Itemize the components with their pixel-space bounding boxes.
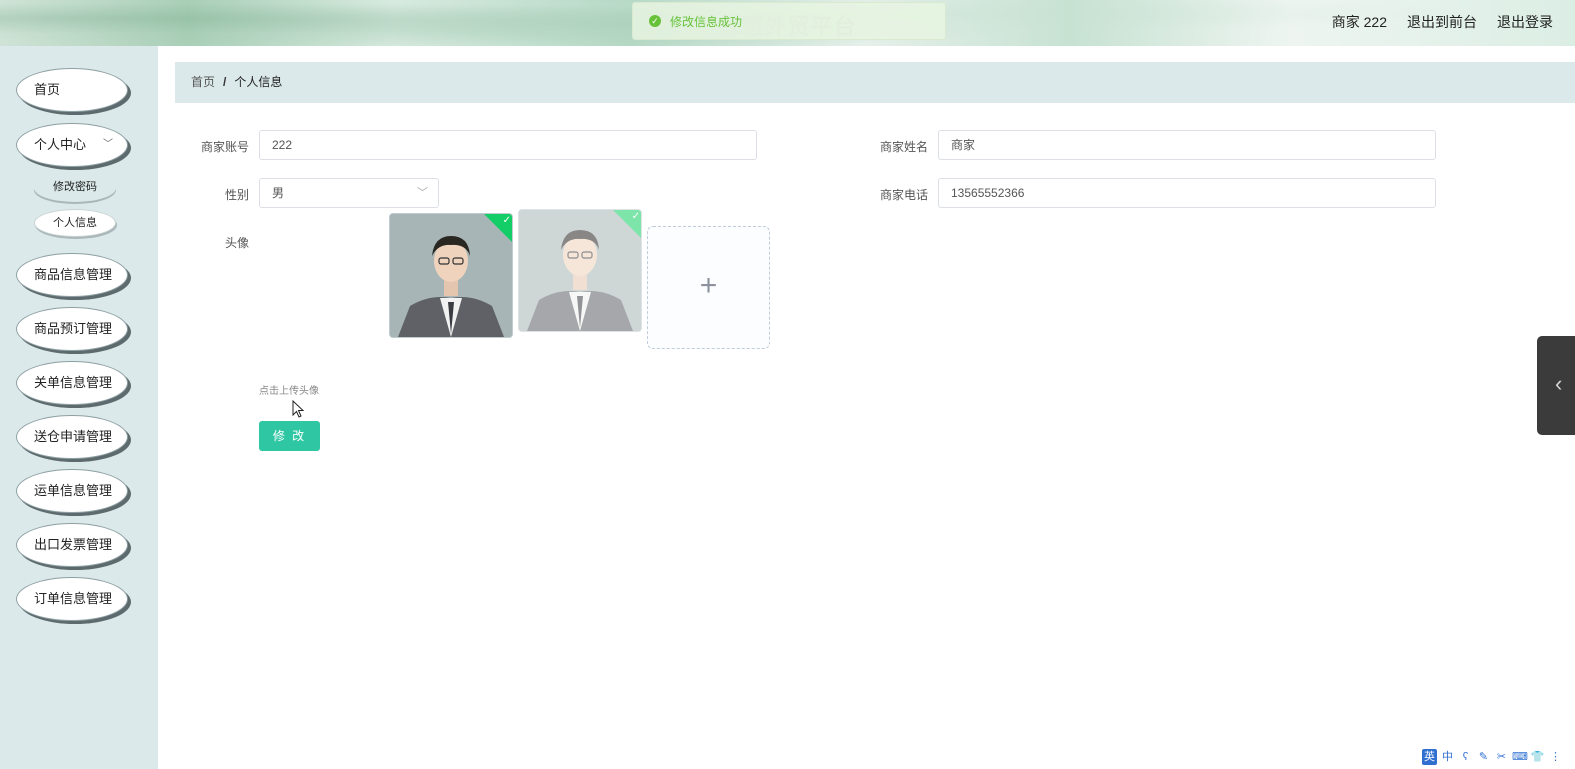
breadcrumb-home[interactable]: 首页	[191, 75, 215, 89]
breadcrumb: 首页 / 个人信息	[175, 62, 1575, 103]
ime-key[interactable]: ✂	[1494, 749, 1509, 765]
person-portrait-icon	[519, 210, 641, 331]
breadcrumb-current: 个人信息	[234, 75, 283, 89]
ime-key[interactable]: 中	[1440, 749, 1455, 765]
sidebar-item-label: 商品预订管理	[34, 321, 113, 336]
ime-key[interactable]: 英	[1422, 749, 1437, 765]
sidebar-item-home[interactable]: 首页	[16, 68, 128, 112]
sidebar-item-label: 关单信息管理	[34, 375, 113, 390]
sidebar-item-label: 送仓申请管理	[34, 429, 113, 444]
sidebar-item-label: 修改密码	[53, 181, 97, 193]
gender-label: 性别	[224, 188, 249, 202]
mouse-cursor-icon	[292, 400, 305, 418]
check-icon: ✓	[631, 210, 640, 222]
gender-select[interactable]: 男 ﹀	[259, 178, 439, 208]
chevron-down-icon: ﹀	[417, 187, 428, 199]
phone-field[interactable]: 13565552366	[938, 178, 1436, 208]
account-field[interactable]: 222	[259, 130, 757, 160]
name-field[interactable]: 商家	[938, 130, 1436, 160]
ime-key[interactable]: ⌨	[1512, 749, 1528, 765]
side-panel-toggle[interactable]: ‹	[1537, 336, 1575, 435]
ime-key[interactable]: ⋮	[1548, 749, 1563, 765]
ime-key[interactable]: 👕	[1530, 749, 1545, 765]
sidebar-item-product-info[interactable]: 商品信息管理	[16, 253, 128, 297]
sidebar-item-orders[interactable]: 订单信息管理	[16, 577, 128, 621]
sidebar-item-label: 出口发票管理	[34, 537, 113, 552]
sidebar-item-product-booking[interactable]: 商品预订管理	[16, 307, 128, 351]
avatar-thumbnail[interactable]: ✓	[389, 213, 513, 338]
name-label: 商家姓名	[879, 140, 928, 154]
avatar-thumbnail-drag[interactable]: ✓	[518, 209, 642, 332]
phone-label: 商家电话	[879, 188, 928, 202]
sidebar-item-label: 商品信息管理	[34, 267, 113, 282]
sidebar-subitem-personal-info[interactable]: 个人信息	[34, 209, 116, 237]
ime-toolbar: 英 中 ʕ ✎ ✂ ⌨ 👕 ⋮	[1422, 749, 1563, 765]
sidebar-item-warehouse-request[interactable]: 送仓申请管理	[16, 415, 128, 459]
plus-icon: +	[699, 269, 718, 302]
current-user-label: 商家 222	[1331, 14, 1387, 30]
ime-key[interactable]: ʕ	[1458, 749, 1473, 765]
success-toast: ✓ 修改信息成功	[632, 2, 946, 40]
sidebar-item-label: 个人信息	[53, 217, 97, 229]
person-portrait-icon	[390, 214, 512, 337]
gender-value: 男	[272, 186, 285, 200]
sidebar: 首页 个人中心 ﹀ 修改密码 个人信息 商品信息管理 商品预订管理 关单信息管理 …	[0, 46, 158, 769]
toast-message: 修改信息成功	[670, 14, 743, 29]
sidebar-subitem-change-password[interactable]: 修改密码	[34, 174, 116, 202]
ime-key[interactable]: ✎	[1476, 749, 1491, 765]
header-actions: 商家 222 退出到前台 退出登录	[1332, 12, 1553, 32]
logout-link[interactable]: 退出登录	[1497, 12, 1553, 32]
sidebar-item-label: 运单信息管理	[34, 483, 113, 498]
chevron-down-icon: ﹀	[103, 139, 113, 150]
sidebar-item-waybill[interactable]: 运单信息管理	[16, 469, 128, 513]
upload-hint: 点击上传头像	[259, 386, 319, 397]
chevron-left-icon: ‹	[1555, 371, 1563, 396]
sidebar-item-label: 首页	[34, 82, 61, 97]
check-circle-icon: ✓	[649, 15, 661, 27]
avatar-upload-button[interactable]: +	[647, 226, 770, 349]
sidebar-item-export-invoice[interactable]: 出口发票管理	[16, 523, 128, 567]
check-icon: ✓	[502, 214, 511, 226]
account-label: 商家账号	[200, 140, 249, 154]
back-to-front-link[interactable]: 退出到前台	[1407, 12, 1477, 32]
sidebar-item-label: 个人中心	[34, 137, 87, 152]
breadcrumb-separator: /	[223, 75, 227, 89]
sidebar-item-customs[interactable]: 关单信息管理	[16, 361, 128, 405]
avatar-label: 头像	[224, 236, 249, 250]
submit-button[interactable]: 修 改	[259, 421, 320, 451]
sidebar-item-label: 订单信息管理	[34, 591, 113, 606]
sidebar-item-personal-center[interactable]: 个人中心 ﹀	[16, 123, 128, 167]
